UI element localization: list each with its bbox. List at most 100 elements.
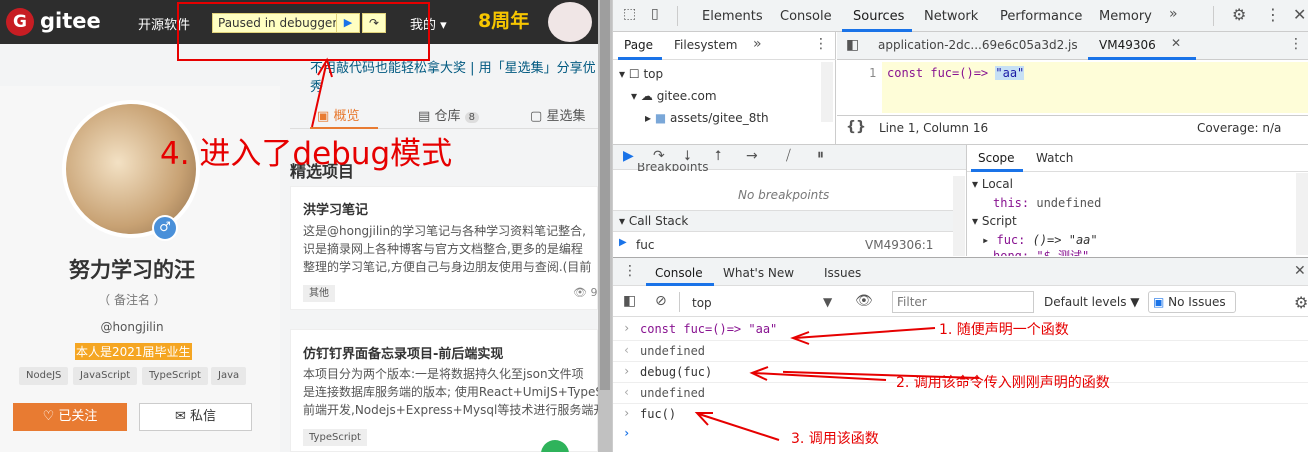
toolbar-divider xyxy=(679,292,680,312)
close-file-icon[interactable]: ✕ xyxy=(1171,36,1181,50)
toggle-navigator-icon[interactable]: ◧ xyxy=(846,37,859,53)
annotation-arrow-3-tip xyxy=(694,412,713,426)
expand-arrow-icon: ▾ xyxy=(619,67,626,81)
inspect-element-icon[interactable]: ⬚ xyxy=(623,6,636,22)
annotation-1: 1. 随便声明一个函数 xyxy=(939,322,1069,338)
tab-watch[interactable]: Watch xyxy=(1036,151,1073,165)
tree-item-folder[interactable]: ▸ ■ assets/gitee_8th xyxy=(645,111,769,125)
skill-tag[interactable]: JavaScript xyxy=(73,367,138,385)
step-over-icon[interactable]: ↷ xyxy=(653,148,665,164)
skill-tag[interactable]: Java xyxy=(211,367,247,385)
tab-console[interactable]: Console xyxy=(780,9,832,24)
eye-icon[interactable]: 👁 xyxy=(855,293,873,309)
drawer-menu-icon[interactable]: ⋮ xyxy=(623,263,637,279)
profile-remark[interactable]: （ 备注名 ） xyxy=(0,291,264,308)
drawer-tab-issues[interactable]: Issues xyxy=(824,266,861,280)
step-out-icon[interactable]: ⭡ xyxy=(715,148,722,164)
code-text: const fuc=()=> xyxy=(887,66,996,80)
tab-repos[interactable]: ▤ 仓库 8 xyxy=(418,105,479,124)
coverage-status: Coverage: n/a xyxy=(1197,121,1282,135)
tab-scope[interactable]: Scope xyxy=(978,151,1015,165)
input-prompt-icon: › xyxy=(623,406,631,420)
more-nav-tabs-icon[interactable]: » xyxy=(753,36,762,52)
show-sidebar-icon[interactable]: ◧ xyxy=(623,293,636,309)
tab-elements[interactable]: Elements xyxy=(702,9,763,24)
issues-button[interactable]: ▣ No Issues xyxy=(1148,291,1236,313)
tab-performance[interactable]: Performance xyxy=(1000,9,1082,24)
page-scrollbar-thumb[interactable] xyxy=(600,0,610,390)
collection-icon: ▢ xyxy=(530,109,543,124)
breakpoints-header[interactable]: Breakpoints xyxy=(637,163,708,171)
devtools-panel: ⬚ ▯ Elements Console Sources Network Per… xyxy=(612,0,1308,452)
close-icon[interactable]: ✕ xyxy=(1293,5,1306,24)
scope-var-hong[interactable]: hong: "$ 测试" xyxy=(993,250,1089,256)
scope-local[interactable]: ▾ Local xyxy=(972,177,1013,191)
console-input-line: debug(fuc) xyxy=(640,365,713,379)
project-title[interactable]: 洪学习笔记 xyxy=(303,199,368,218)
expand-arrow-icon: ▾ xyxy=(972,177,979,191)
log-levels-dropdown[interactable]: Default levels ▼ xyxy=(1044,295,1140,309)
tab-sources[interactable]: Sources xyxy=(853,9,904,24)
deactivate-breakpoints-icon[interactable]: ⧸ xyxy=(786,148,791,164)
kebab-menu-icon[interactable]: ⋮ xyxy=(1265,5,1281,24)
tab-page[interactable]: Page xyxy=(624,38,653,52)
gear-icon[interactable]: ⚙ xyxy=(1232,5,1246,24)
tree-item-domain[interactable]: ▾ ☁ gitee.com xyxy=(631,89,717,103)
promo-banner[interactable]: 不用敲代码也能轻松拿大奖 | 用「星选集」分享优秀 xyxy=(310,57,598,95)
tree-label: top xyxy=(643,67,664,81)
console-output-line: undefined xyxy=(640,344,706,358)
tab-star-collection[interactable]: ▢ 星选集 xyxy=(530,105,585,124)
scope-var-fuc[interactable]: ▸ fuc: ()=> "aa" xyxy=(982,233,1098,247)
step-icon[interactable]: → xyxy=(746,148,758,164)
gitee-brand[interactable]: gitee xyxy=(40,9,101,33)
gitee-logo-icon[interactable]: G xyxy=(6,8,34,36)
project-title[interactable]: 仿钉钉界面备忘录项目-前后端实现 xyxy=(303,343,503,362)
resume-icon[interactable]: ▶ xyxy=(623,148,634,164)
skill-tag[interactable]: TypeScript xyxy=(142,367,208,385)
code-line: const fuc=()=> "aa" xyxy=(887,66,1025,80)
close-drawer-icon[interactable]: ✕ xyxy=(1294,263,1306,279)
console-input-line: fuc() xyxy=(640,407,677,421)
envelope-icon: ✉ xyxy=(174,409,186,424)
tab-filesystem[interactable]: Filesystem xyxy=(674,38,737,52)
followed-button[interactable]: ♡ 已关注 xyxy=(13,403,127,431)
step-into-icon[interactable]: ⭣ xyxy=(684,148,691,164)
tree-item-top[interactable]: ▾ ☐ top xyxy=(619,67,663,81)
drawer-tab-whats-new[interactable]: What's New xyxy=(723,266,794,280)
input-prompt-icon: › xyxy=(623,364,631,378)
file-tab[interactable]: application-2dc...69e6c05a3d2.js xyxy=(878,38,1078,52)
pretty-print-icon[interactable]: {} xyxy=(846,119,866,135)
console-filter-input[interactable]: Filter xyxy=(892,291,1034,313)
more-options-icon[interactable]: ⋮ xyxy=(1289,36,1303,52)
profile-name: 努力学习的汪 xyxy=(69,258,195,282)
debugger-scrollbar[interactable] xyxy=(953,176,965,256)
tab-label: 仓库 xyxy=(434,109,461,124)
file-tab-active[interactable]: VM49306 xyxy=(1099,38,1156,52)
console-prompt-icon[interactable]: › xyxy=(623,426,630,440)
project-language: TypeScript xyxy=(303,429,367,446)
message-button[interactable]: ✉ 私信 xyxy=(139,403,252,431)
more-tabs-icon[interactable]: » xyxy=(1169,6,1178,22)
call-stack-header[interactable]: ▾ Call Stack xyxy=(619,214,688,228)
device-toolbar-icon[interactable]: ▯ xyxy=(651,6,659,22)
folder-icon: ■ xyxy=(654,111,667,125)
profile-bio: 本人是2021届毕业生 xyxy=(75,343,192,360)
filter-placeholder: Filter xyxy=(897,295,927,309)
expand-arrow-icon: ▾ xyxy=(619,214,626,228)
navigator-scrollbar[interactable] xyxy=(821,62,833,122)
tab-memory[interactable]: Memory xyxy=(1099,9,1152,24)
clear-console-icon[interactable]: ⊘ xyxy=(655,293,667,309)
active-drawer-tab-indicator xyxy=(646,283,714,286)
scope-scrollbar[interactable] xyxy=(1296,173,1308,255)
context-dropdown-icon[interactable]: ▼ xyxy=(823,295,832,309)
context-select[interactable]: top xyxy=(692,296,712,310)
pause-on-exceptions-icon[interactable]: ⏸ xyxy=(817,147,824,163)
gear-icon[interactable]: ⚙ xyxy=(1294,293,1308,312)
scope-script[interactable]: ▾ Script xyxy=(972,214,1017,228)
skill-tag[interactable]: NodeJS xyxy=(19,367,69,385)
kebab-menu-icon[interactable]: ⋮ xyxy=(814,36,828,52)
drawer-tab-console[interactable]: Console xyxy=(655,266,703,280)
project-desc-line: 整理的学习笔记,方便自己与身边朋友使用与查阅.(目前 xyxy=(303,260,592,274)
scope-var-this[interactable]: this: undefined xyxy=(993,196,1101,210)
tab-network[interactable]: Network xyxy=(924,9,978,24)
